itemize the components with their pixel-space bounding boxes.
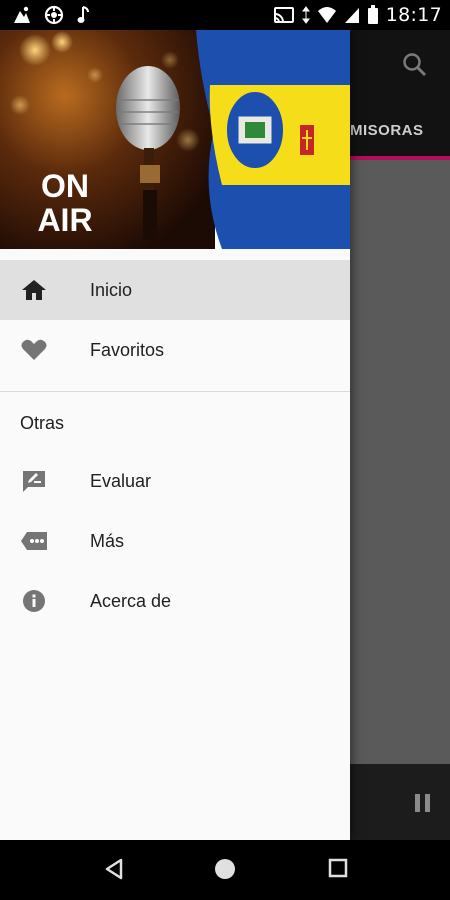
wifi-icon — [317, 7, 336, 23]
section-title-otras: Otras — [20, 413, 65, 433]
onair-line2: AIR — [37, 202, 93, 238]
battery-icon — [367, 5, 378, 24]
menu-item-mas[interactable]: Más — [0, 511, 350, 571]
menu-label-mas: Más — [90, 530, 125, 551]
app-notification-icon — [14, 6, 30, 23]
status-time: 18:17 — [385, 4, 442, 26]
home-circle-icon[interactable] — [214, 858, 236, 880]
menu-item-favoritos[interactable]: Favoritos — [0, 320, 350, 380]
signal-icon — [344, 8, 359, 23]
music-note-icon — [77, 6, 89, 23]
pause-icon[interactable] — [415, 794, 430, 812]
search-icon[interactable] — [402, 52, 428, 78]
menu-label-favoritos: Favoritos — [90, 339, 165, 360]
status-left-icons — [12, 5, 92, 25]
navigation-drawer: ON AIR Inicio Favoritos Otras Evaluar Má… — [0, 30, 350, 840]
menu-item-evaluar[interactable]: Evaluar — [0, 451, 350, 511]
cast-icon — [273, 7, 294, 23]
heart-icon — [21, 339, 47, 360]
info-icon — [23, 590, 45, 612]
more-tag-icon — [21, 532, 47, 550]
system-nav-bar — [0, 840, 450, 900]
home-icon — [22, 280, 46, 300]
menu-item-inicio[interactable]: Inicio — [0, 260, 350, 320]
status-bar: 18:17 — [0, 0, 450, 30]
divider — [0, 391, 350, 392]
back-icon[interactable] — [104, 858, 124, 880]
data-arrows-icon — [301, 6, 310, 24]
rate-review-icon — [23, 471, 45, 492]
onair-line1: ON — [41, 168, 89, 204]
tab-emisoras[interactable]: MISORAS — [350, 122, 424, 139]
menu-label-evaluar: Evaluar — [90, 470, 152, 491]
menu-label-inicio: Inicio — [90, 279, 133, 300]
status-right-icons: 18:17 — [273, 4, 442, 26]
settings-notification-icon — [44, 5, 64, 25]
recents-icon[interactable] — [328, 858, 348, 878]
menu-item-acerca-de[interactable]: Acerca de — [0, 571, 350, 631]
drawer-header: ON AIR — [0, 30, 350, 249]
menu-label-acerca-de: Acerca de — [90, 590, 172, 611]
